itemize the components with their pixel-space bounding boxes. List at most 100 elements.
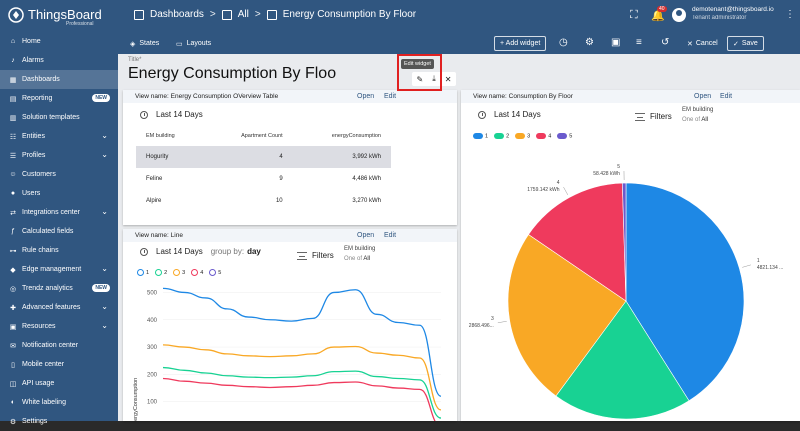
open-link[interactable]: Open — [694, 93, 711, 100]
sidebar-item-api-usage[interactable]: ◫API usage — [0, 374, 118, 393]
sidebar-item-profiles[interactable]: ☰Profiles⌄ — [0, 146, 118, 165]
pie-label-name: 1 — [757, 258, 760, 264]
sidebar-item-rule-chains[interactable]: ⊶Rule chains — [0, 241, 118, 260]
edit-link[interactable]: Edit — [384, 93, 396, 100]
table-row[interactable]: Feline94,486 kWh — [136, 168, 391, 190]
time-window[interactable]: Last 14 Days group by: day — [140, 247, 261, 256]
sidebar-item-trendz-analytics[interactable]: ◎Trendz analyticsNEW — [0, 279, 118, 298]
time-window-icon[interactable]: ◷ — [559, 37, 568, 48]
fullscreen-icon[interactable]: ⛶ — [630, 9, 638, 22]
line-series-1 — [163, 288, 441, 396]
time-window[interactable]: Last 14 Days — [140, 110, 203, 119]
layouts-button[interactable]: ▭Layouts — [176, 36, 211, 51]
settings-gear-icon[interactable]: ⚙ — [585, 37, 594, 48]
sidebar-item-integrations-center[interactable]: ⇄Integrations center⌄ — [0, 203, 118, 222]
sidebar-item-label: Edge management — [22, 266, 81, 273]
cancel-button[interactable]: ✕Cancel — [687, 36, 718, 51]
user-info[interactable]: demotenant@thingsboard.io Tenant adminis… — [692, 6, 774, 21]
pie-widget[interactable]: View name: Consumption By Floor Open Edi… — [461, 90, 800, 421]
sidebar-item-label: Profiles — [22, 152, 45, 159]
history-icon[interactable]: ↺ — [661, 37, 669, 48]
filters-button[interactable]: Filters — [297, 251, 334, 260]
sidebar-item-users[interactable]: ●Users — [0, 184, 118, 203]
sidebar-item-alarms[interactable]: ♪Alarms — [0, 51, 118, 70]
line-widget[interactable]: View name: Line Open Edit Last 14 Days g… — [123, 229, 457, 421]
sidebar-item-reporting[interactable]: ▤ReportingNEW — [0, 89, 118, 108]
dashboard-title-input[interactable]: Energy Consumption By Floo — [128, 65, 336, 83]
breadcrumb-all[interactable]: All — [238, 9, 249, 20]
save-button[interactable]: ✓Save — [727, 36, 764, 51]
table-row[interactable]: Hogurity43,992 kWh — [136, 146, 391, 168]
sidebar-item-calculated-fields[interactable]: ƒCalculated fields — [0, 222, 118, 241]
top-bar: ThingsBoard Professional Dashboards > Al… — [0, 0, 800, 32]
sidebar-item-label: Resources — [22, 323, 55, 330]
avatar[interactable] — [672, 8, 686, 22]
filters-label: Filters — [312, 251, 334, 260]
filters-button[interactable]: Filters — [635, 112, 672, 121]
customers-icon: ☺ — [8, 171, 18, 178]
widget-header: View name: Energy Consumption OVerview T… — [123, 90, 457, 103]
sidebar-item-customers[interactable]: ☺Customers — [0, 165, 118, 184]
close-icon[interactable]: ✕ — [445, 75, 452, 84]
time-window-label: Last 14 Days — [494, 110, 541, 119]
sidebar-item-label: API usage — [22, 380, 54, 387]
legend-item[interactable]: 2 — [155, 269, 167, 276]
breadcrumb-dashboards[interactable]: Dashboards — [150, 9, 204, 20]
legend-item[interactable]: 3 — [173, 269, 185, 276]
legend-item[interactable]: 4 — [191, 269, 203, 276]
sidebar-item-white-labeling[interactable]: ◐White labeling — [0, 393, 118, 412]
open-link[interactable]: Open — [357, 93, 374, 100]
breadcrumb-separator: > — [210, 9, 216, 20]
column-header[interactable]: EM building — [136, 126, 205, 146]
y-axis-label: energyConsumption — [133, 378, 139, 421]
bell-icon: ♪ — [8, 57, 18, 64]
states-button[interactable]: ◈States — [130, 36, 159, 51]
sidebar-item-dashboards[interactable]: ▦Dashboards — [0, 70, 118, 89]
chevron-down-icon: ⌄ — [101, 150, 108, 159]
clock-icon — [140, 248, 148, 256]
line-legend: 12345 — [137, 269, 221, 276]
open-link[interactable]: Open — [357, 232, 374, 239]
filter-operator[interactable]: One of All — [682, 117, 708, 123]
pie-label-name: 4 — [557, 180, 560, 186]
filter-operator[interactable]: One of All — [344, 256, 370, 262]
table-cell: Hogurity — [136, 146, 205, 168]
legend-item[interactable]: 5 — [209, 269, 221, 276]
sidebar-item-resources[interactable]: ▣Resources⌄ — [0, 317, 118, 336]
sidebar-item-home[interactable]: ⌂Home — [0, 32, 118, 51]
sidebar-item-settings[interactable]: ⚙Settings — [0, 412, 118, 431]
clock-icon — [478, 111, 486, 119]
group-by-value[interactable]: day — [247, 247, 261, 256]
sidebar-item-advanced-features[interactable]: ✚Advanced features⌄ — [0, 298, 118, 317]
chevron-down-icon: ⌄ — [101, 264, 108, 273]
function-icon: ƒ — [8, 228, 18, 235]
grid-icon — [222, 10, 232, 20]
edit-link[interactable]: Edit — [720, 93, 732, 100]
table-widget[interactable]: View name: Energy Consumption OVerview T… — [123, 90, 457, 225]
sidebar-item-solution-templates[interactable]: ▥Solution templates — [0, 108, 118, 127]
logo-icon — [8, 7, 24, 23]
sidebar-item-entities[interactable]: ☷Entities⌄ — [0, 127, 118, 146]
sidebar-item-label: Users — [22, 190, 40, 197]
save-label: Save — [742, 40, 758, 47]
sidebar-item-mobile-center[interactable]: ▯Mobile center — [0, 355, 118, 374]
table-row[interactable]: Alpire103,270 kWh — [136, 190, 391, 212]
table-cell: Feline — [136, 168, 205, 190]
trendz-icon: ◎ — [8, 285, 18, 293]
time-window[interactable]: Last 14 Days — [478, 110, 541, 119]
column-header[interactable]: energyConsumption — [293, 126, 391, 146]
aliases-icon[interactable]: ▣ — [611, 37, 620, 48]
more-vert-icon[interactable]: ⋮ — [785, 9, 795, 20]
sidebar-item-notification-center[interactable]: ✉Notification center — [0, 336, 118, 355]
filters-icon[interactable]: ≡ — [636, 37, 642, 48]
add-widget-button[interactable]: + Add widget — [494, 36, 546, 51]
breadcrumb: Dashboards > All > Energy Consumption By… — [134, 9, 416, 20]
column-header[interactable]: Apartment Count — [205, 126, 292, 146]
tools-icon: ✚ — [8, 304, 18, 312]
sidebar-item-edge-management[interactable]: ◆Edge management⌄ — [0, 260, 118, 279]
notification-icon: ✉ — [8, 342, 18, 350]
thingsboard-logo[interactable]: ThingsBoard Professional — [8, 6, 118, 28]
legend-item[interactable]: 1 — [137, 269, 149, 276]
new-badge: NEW — [92, 284, 110, 292]
edit-link[interactable]: Edit — [384, 232, 396, 239]
